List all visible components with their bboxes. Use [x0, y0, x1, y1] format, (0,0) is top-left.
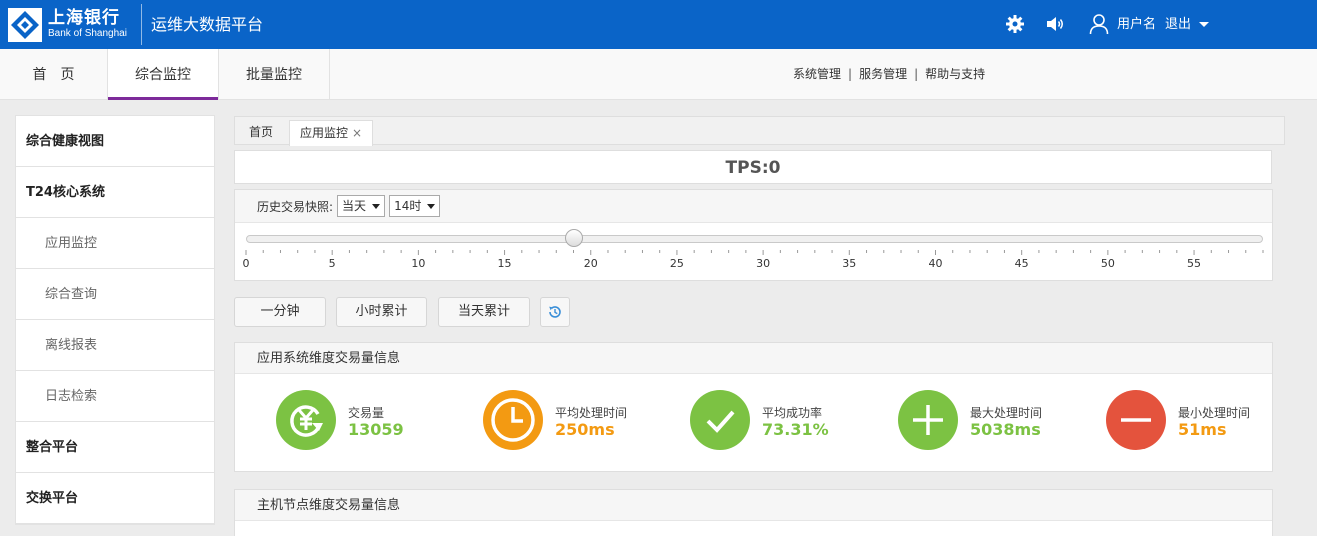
sidebar-item-query[interactable]: 综合查询	[16, 269, 214, 320]
tab-integrated-monitoring[interactable]: 综合监控	[108, 49, 219, 100]
chevron-down-icon	[372, 204, 381, 209]
user-icon[interactable]	[1088, 13, 1110, 35]
metric-label: 最大处理时间	[970, 406, 1043, 420]
slider-tick-label: 25	[670, 257, 684, 270]
sidebar-item-integration-platform[interactable]: 整合平台	[16, 422, 214, 473]
link-separator: |	[914, 67, 919, 81]
bank-name-en: Bank of Shanghai	[48, 28, 127, 39]
content-tab-app-monitoring[interactable]: 应用监控 ×	[289, 120, 374, 146]
metric-label: 最小处理时间	[1178, 406, 1251, 420]
content-tab-home[interactable]: 首页	[239, 120, 283, 146]
time-slider-ticks: 0 5 10 15 20 25 30 35 40 45 50 55	[243, 250, 1264, 270]
speaker-icon[interactable]	[1044, 13, 1066, 35]
metric-max-processing-time: 最大处理时间 5038ms	[898, 390, 1068, 450]
hour-select-value: 14时	[394, 199, 422, 213]
check-icon	[690, 390, 750, 450]
sidebar-item-t24-core[interactable]: T24核心系统	[16, 167, 214, 218]
metric-value: 73.31%	[762, 420, 829, 439]
tab-batch-monitoring[interactable]: 批量监控	[219, 49, 330, 100]
metric-label: 平均成功率	[762, 406, 823, 420]
slider-tick-label: 0	[243, 257, 250, 270]
user-name[interactable]: 用户名	[1117, 0, 1156, 49]
slider-tick-label: 35	[842, 257, 856, 270]
metric-transaction-count: 交易量 13059	[276, 390, 446, 450]
slider-tick-label: 20	[584, 257, 598, 270]
top-header: 上海银行 Bank of Shanghai 运维大数据平台 用户名 退出	[0, 0, 1317, 49]
bank-logo-icon	[8, 7, 42, 42]
chevron-down-icon	[427, 204, 436, 209]
time-slider-track[interactable]	[246, 235, 1263, 243]
day-select-value: 当天	[342, 199, 367, 213]
host-panel-title: 主机节点维度交易量信息	[235, 490, 1272, 521]
content-tab-label: 应用监控	[300, 126, 349, 140]
metric-avg-success-rate: 平均成功率 73.31%	[690, 390, 860, 450]
sidebar-item-exchange-platform[interactable]: 交换平台	[16, 473, 214, 524]
metric-label: 平均处理时间	[555, 406, 628, 420]
hour-select[interactable]: 14时	[389, 195, 441, 217]
metric-value: 250ms	[555, 420, 615, 439]
gear-icon[interactable]	[1004, 13, 1026, 35]
metric-value: 13059	[348, 420, 404, 439]
header-divider	[141, 4, 142, 45]
slider-tick-label: 40	[928, 257, 942, 270]
link-service-management[interactable]: 服务管理	[859, 67, 907, 81]
sidebar-item-log-search[interactable]: 日志检索	[16, 371, 214, 422]
history-label: 历史交易快照:	[257, 199, 334, 214]
link-help-support[interactable]: 帮助与支持	[925, 67, 985, 81]
slider-tick-label: 50	[1101, 257, 1115, 270]
main-tab-bar: 首 页 综合监控 批量监控 系统管理 | 服务管理 | 帮助与支持	[0, 49, 1317, 100]
clock-icon	[483, 390, 543, 450]
sidebar-item-health-view[interactable]: 综合健康视图	[16, 116, 214, 167]
sidebar-item-app-monitoring[interactable]: 应用监控	[16, 218, 214, 269]
metric-value: 5038ms	[970, 420, 1041, 439]
plus-icon	[898, 390, 958, 450]
slider-tick-label: 15	[498, 257, 512, 270]
time-slider-handle[interactable]	[564, 229, 583, 247]
slider-tick-label: 10	[411, 257, 425, 270]
yuan-refresh-icon	[276, 390, 336, 450]
app-dimension-panel: 应用系统维度交易量信息 交易量 13059 平均处理时间 250ms 平均成功率…	[234, 342, 1273, 472]
slider-tick-label: 5	[329, 257, 336, 270]
minus-icon	[1106, 390, 1166, 450]
metric-min-processing-time: 最小处理时间 51ms	[1106, 390, 1266, 450]
host-dimension-panel: 主机节点维度交易量信息	[234, 489, 1273, 536]
metric-avg-processing-time: 平均处理时间 250ms	[483, 390, 653, 450]
sidebar-item-offline-report[interactable]: 离线报表	[16, 320, 214, 371]
link-separator: |	[848, 67, 853, 81]
app-panel-title: 应用系统维度交易量信息	[235, 343, 1272, 374]
history-icon[interactable]	[540, 297, 570, 327]
slider-tick-label: 30	[756, 257, 770, 270]
slider-tick-label: 45	[1015, 257, 1029, 270]
one-minute-button[interactable]: 一分钟	[234, 297, 326, 327]
close-icon[interactable]: ×	[352, 126, 362, 140]
tps-display: TPS:0	[234, 150, 1272, 184]
link-system-management[interactable]: 系统管理	[793, 67, 841, 81]
top-links: 系统管理 | 服务管理 | 帮助与支持	[793, 49, 985, 100]
history-snapshot-panel: 历史交易快照: 当天 14时 0 5 10 15 20 25 30 35 40 45 50 55	[234, 189, 1273, 281]
bank-name-cn: 上海银行	[48, 8, 120, 28]
tab-home[interactable]: 首 页	[0, 49, 108, 100]
day-select[interactable]: 当天	[337, 195, 386, 217]
bank-logo: 上海银行 Bank of Shanghai	[0, 0, 143, 49]
app-title: 运维大数据平台	[151, 15, 264, 34]
content-tab-bar: 首页 应用监控 ×	[234, 116, 1285, 146]
logout-label: 退出	[1165, 17, 1192, 32]
logout-button[interactable]: 退出	[1165, 0, 1210, 49]
metric-label: 交易量	[348, 406, 385, 420]
caret-down-icon	[1199, 22, 1210, 27]
hourly-cumulative-button[interactable]: 小时累计	[336, 297, 427, 327]
slider-tick-label: 55	[1187, 257, 1201, 270]
sidebar: 综合健康视图 T24核心系统 应用监控 综合查询 离线报表 日志检索 整合平台 …	[15, 115, 215, 525]
daily-cumulative-button[interactable]: 当天累计	[438, 297, 530, 327]
metric-value: 51ms	[1178, 420, 1227, 439]
